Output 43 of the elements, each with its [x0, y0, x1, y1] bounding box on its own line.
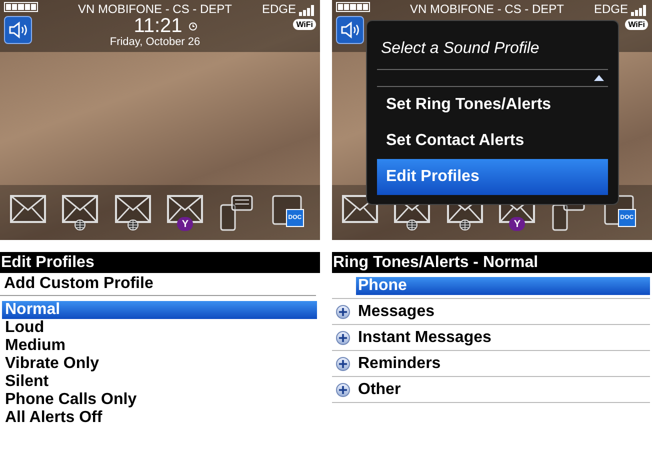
dialog-title: Select a Sound Profile — [380, 39, 540, 59]
category-item[interactable]: Phone — [356, 276, 650, 294]
screen-title: Edit Profiles — [0, 252, 320, 273]
category-item[interactable]: Messages — [356, 302, 650, 320]
speaker-icon — [8, 21, 28, 39]
profile-item[interactable]: Loud — [2, 319, 317, 337]
scroll-up-arrow-icon — [594, 75, 604, 81]
signal-icon — [298, 5, 316, 16]
carrier-name: VN MOBIFONE - CS - DEPT — [78, 2, 232, 16]
speaker-button[interactable] — [4, 16, 32, 44]
clock-time: 11:21 — [132, 16, 182, 36]
carrier-name: VN MOBIFONE - CS - DEPT — [410, 2, 564, 16]
screen-title: Ring Tones/Alerts - Normal — [332, 252, 652, 273]
battery-icon — [4, 2, 38, 12]
envelope-icon[interactable] — [114, 195, 153, 231]
envelope-icon[interactable] — [62, 195, 100, 231]
add-custom-profile-item[interactable]: Add Custom Profile — [0, 273, 316, 296]
menu-item[interactable]: Set Ring Tones/Alerts — [377, 87, 608, 123]
category-item[interactable]: Instant Messages — [356, 328, 650, 346]
network-type: EDGE — [262, 2, 296, 16]
wifi-badge: WiFi — [293, 19, 316, 30]
profile-item[interactable]: Phone Calls Only — [2, 391, 317, 409]
alarm-clock-icon — [188, 21, 198, 31]
expand-plus-icon[interactable] — [336, 304, 350, 318]
menu-item[interactable]: Edit Profiles — [377, 159, 608, 195]
profile-item[interactable]: Normal — [2, 301, 317, 319]
signal-icon — [630, 5, 648, 16]
speaker-icon — [340, 21, 360, 39]
profile-item[interactable]: Silent — [2, 373, 317, 391]
speaker-button[interactable] — [336, 16, 364, 44]
expand-plus-icon[interactable] — [336, 330, 350, 344]
profile-item[interactable]: All Alerts Off — [2, 409, 317, 427]
category-item[interactable]: Other — [356, 380, 650, 398]
profile-item[interactable]: Vibrate Only — [2, 355, 317, 373]
expand-plus-icon[interactable] — [336, 382, 350, 396]
profile-item[interactable]: Medium — [2, 337, 317, 355]
date-text: Friday, October 26 — [110, 36, 200, 48]
wifi-badge: WiFi — [625, 19, 648, 30]
battery-icon — [336, 2, 370, 12]
menu-item[interactable]: Set Contact Alerts — [377, 123, 608, 159]
network-type: EDGE — [594, 2, 628, 16]
expand-plus-icon[interactable] — [336, 356, 350, 370]
category-item[interactable]: Reminders — [356, 354, 650, 372]
